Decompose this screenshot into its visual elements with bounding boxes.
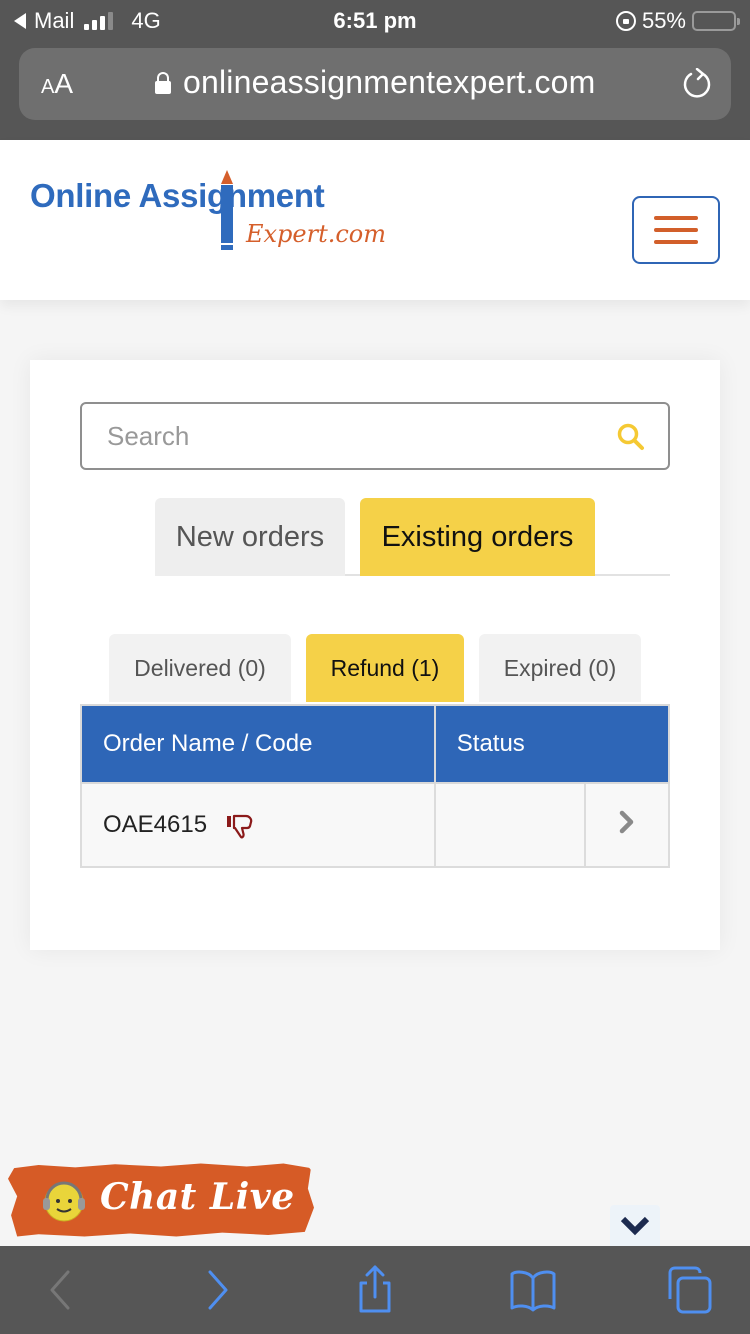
reload-icon[interactable] [681, 68, 713, 100]
table-header-row: Order Name / Code Status [80, 704, 671, 784]
browser-back-button[interactable] [36, 1266, 86, 1314]
chat-live-label: Chat Live [100, 1176, 295, 1218]
tab-delivered[interactable]: Delivered (0) [109, 634, 291, 702]
order-code: OAE4615 [103, 811, 208, 838]
bookmarks-button[interactable] [508, 1266, 558, 1314]
browser-chrome-top: Mail 4G 6:51 pm 55% AA onlineassignmente… [0, 0, 750, 140]
battery-icon [692, 11, 740, 31]
logo-main-text: Online Assignment [30, 177, 325, 214]
chevron-left-icon [50, 1270, 70, 1310]
share-button[interactable] [350, 1265, 400, 1314]
chevron-right-icon [208, 1270, 228, 1310]
status-right: 55% [615, 8, 740, 34]
thumbs-down-icon [226, 814, 253, 839]
order-status-tabs: Delivered (0) Refund (1) Expired (0) [109, 634, 641, 702]
browser-forward-button[interactable] [192, 1266, 242, 1314]
menu-line [654, 216, 698, 220]
chat-live-button[interactable]: Chat Live [8, 1162, 314, 1238]
tabs-button[interactable] [664, 1266, 714, 1314]
column-header-order: Order Name / Code [80, 704, 436, 784]
logo-sub-text: Expert.com [246, 220, 387, 248]
url-text: onlineassignmentexpert.com [183, 64, 596, 100]
order-status-cell [433, 782, 587, 868]
lock-icon [155, 71, 171, 94]
share-icon [359, 1265, 391, 1313]
chevron-down-icon [620, 1216, 650, 1235]
site-header: Online Assignment Expert.com [0, 140, 750, 300]
orientation-lock-icon [615, 11, 636, 31]
status-bar: Mail 4G 6:51 pm 55% [0, 0, 750, 42]
search-box[interactable] [80, 402, 670, 470]
order-type-tabs: New orders Existing orders [155, 498, 670, 576]
menu-line [654, 240, 698, 244]
menu-line [654, 228, 698, 232]
book-icon [510, 1270, 556, 1312]
support-agent-smiley-icon [43, 1181, 85, 1222]
address-field[interactable]: onlineassignmentexpert.com [155, 64, 596, 101]
pencil-icon [221, 170, 233, 250]
scroll-down-button[interactable] [610, 1205, 660, 1246]
tab-refund[interactable]: Refund (1) [306, 634, 464, 702]
hamburger-menu-button[interactable] [632, 196, 720, 264]
table-row[interactable]: OAE4615 [80, 782, 670, 868]
tabs-icon [668, 1266, 712, 1314]
browser-toolbar [0, 1246, 750, 1334]
order-details-button[interactable] [584, 782, 670, 868]
tab-expired[interactable]: Expired (0) [479, 634, 641, 702]
battery-percent: 55% [641, 8, 686, 33]
tab-existing-orders[interactable]: Existing orders [360, 498, 595, 576]
order-code-cell: OAE4615 [80, 782, 436, 868]
site-logo[interactable]: Online Assignment Expert.com [30, 170, 390, 260]
orders-table: Order Name / Code Status OAE4615 [80, 704, 671, 868]
text-size-button[interactable]: AA [41, 68, 73, 100]
search-input[interactable] [82, 404, 668, 468]
url-bar[interactable]: AA onlineassignmentexpert.com [19, 48, 731, 120]
tab-new-orders[interactable]: New orders [155, 498, 345, 576]
column-header-status: Status [433, 704, 671, 784]
chevron-right-icon [619, 810, 634, 833]
search-icon[interactable] [616, 422, 646, 452]
orders-card: New orders Existing orders Delivered (0)… [30, 360, 720, 950]
